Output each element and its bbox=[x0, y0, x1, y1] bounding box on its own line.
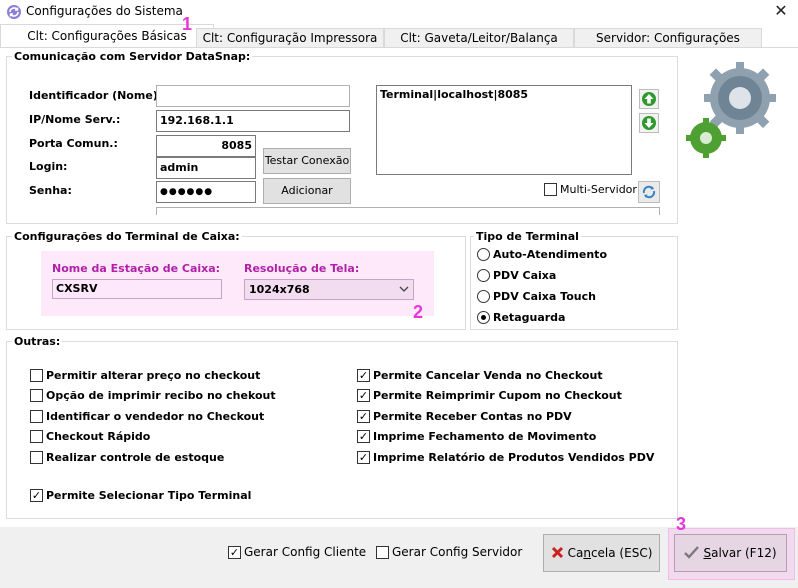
generate-client-config-label: Gerar Config Cliente bbox=[244, 545, 367, 559]
checkbox-label: Permite Cancelar Venda no Checkout bbox=[373, 369, 603, 382]
title-bar: Configurações do Sistema ✕ bbox=[0, 0, 798, 24]
terminal-type-title: Tipo de Terminal bbox=[474, 230, 581, 243]
login-input[interactable]: admin bbox=[156, 157, 256, 179]
settings-window: Configurações do Sistema ✕ Clt: Configur… bbox=[0, 0, 798, 588]
login-label: Login: bbox=[29, 160, 68, 173]
test-connection-button[interactable]: Testar Conexão bbox=[263, 148, 351, 174]
sync-icon[interactable] bbox=[638, 181, 660, 203]
checkbox-label: Checkout Rápido bbox=[46, 430, 151, 443]
port-input[interactable]: 8085 bbox=[156, 135, 256, 157]
generate-server-config-checkbox[interactable] bbox=[376, 546, 389, 559]
checkbox-print-closing[interactable]: ✓ bbox=[357, 430, 370, 443]
radio-retaguarda[interactable] bbox=[477, 311, 490, 324]
checkbox-cancel-sale[interactable]: ✓ bbox=[357, 369, 370, 382]
radio-pdv-caixa-touch[interactable] bbox=[477, 290, 490, 303]
move-up-icon[interactable] bbox=[639, 89, 659, 109]
checkbox-label: Imprime Fechamento de Movimento bbox=[373, 430, 597, 443]
cancel-x-icon bbox=[551, 546, 563, 559]
checkbox-stock-control[interactable] bbox=[30, 451, 43, 464]
cancel-label-pre: Ca bbox=[567, 546, 584, 560]
checkbox-label: Identificar o vendedor no Checkout bbox=[46, 410, 265, 423]
tab-server-settings[interactable]: Servidor: Configurações bbox=[574, 28, 762, 48]
tab-label: Clt: Gaveta/Leitor/Balança bbox=[400, 31, 558, 45]
save-label-accel: S bbox=[703, 546, 712, 560]
add-button[interactable]: Adicionar bbox=[263, 178, 351, 204]
terminal-config-title: Configurações do Terminal de Caixa: bbox=[12, 230, 242, 243]
cancel-label-post: cela (ESC) bbox=[590, 546, 653, 560]
station-name-input[interactable]: CXSRV bbox=[52, 279, 222, 299]
checkbox-label: Opção de imprimir recibo no chekout bbox=[46, 389, 276, 402]
checkbox-label: Realizar controle de estoque bbox=[46, 451, 225, 464]
radio-label: Auto-Atendimento bbox=[493, 248, 608, 261]
checkmark-icon bbox=[684, 546, 700, 559]
generate-server-config-label: Gerar Config Servidor bbox=[392, 545, 523, 559]
save-label-post: alvar (F12) bbox=[711, 546, 777, 560]
annotation-number-3: 3 bbox=[676, 514, 687, 534]
radio-label: PDV Caixa Touch bbox=[493, 290, 596, 303]
server-ip-label: IP/Nome Serv.: bbox=[29, 113, 121, 126]
annotation-number-1: 1 bbox=[182, 14, 193, 34]
close-button[interactable]: ✕ bbox=[770, 0, 792, 22]
annotation-number-2: 2 bbox=[413, 302, 424, 322]
password-label: Senha: bbox=[29, 184, 72, 197]
checkbox-print-sold-products[interactable]: ✓ bbox=[357, 451, 370, 464]
server-list-item[interactable]: Terminal|localhost|8085 bbox=[380, 88, 628, 101]
password-input[interactable]: ●●●●●● bbox=[156, 181, 256, 203]
server-strip bbox=[156, 207, 660, 215]
checkbox-receive-accounts[interactable]: ✓ bbox=[357, 410, 370, 423]
multi-server-checkbox[interactable] bbox=[544, 183, 557, 196]
screen-resolution-select[interactable]: 1024x768 bbox=[244, 279, 414, 300]
screen-resolution-label: Resolução de Tela: bbox=[244, 262, 360, 275]
checkbox-label: Permitir alterar preço no checkout bbox=[46, 369, 261, 382]
window-title: Configurações do Sistema bbox=[26, 4, 183, 18]
checkbox-label: Imprime Relatório de Produtos Vendidos P… bbox=[373, 451, 655, 464]
radio-label: PDV Caixa bbox=[493, 269, 557, 282]
save-button[interactable]: Salvar (F12) bbox=[674, 534, 787, 572]
station-name-label: Nome da Estação de Caixa: bbox=[52, 262, 221, 275]
generate-client-config-checkbox[interactable]: ✓ bbox=[228, 546, 241, 559]
chevron-down-icon bbox=[399, 286, 409, 292]
checkbox-reprint-coupon[interactable]: ✓ bbox=[357, 389, 370, 402]
multi-server-label: Multi-Servidor bbox=[560, 183, 637, 196]
checkbox-quick-checkout[interactable] bbox=[30, 430, 43, 443]
cancel-button[interactable]: Cancela (ESC) bbox=[543, 534, 660, 572]
port-label: Porta Comun.: bbox=[29, 137, 118, 150]
server-list[interactable]: Terminal|localhost|8085 bbox=[376, 85, 632, 175]
outras-title: Outras: bbox=[12, 335, 63, 348]
checkbox-label: Permite Receber Contas no PDV bbox=[373, 410, 572, 423]
tab-label: Clt: Configuração Impressora bbox=[202, 31, 378, 45]
identifier-label: Identificador (Nome): bbox=[29, 89, 163, 102]
server-ip-input[interactable]: 192.168.1.1 bbox=[156, 110, 350, 132]
checkbox-identify-seller[interactable] bbox=[30, 410, 43, 423]
checkbox-allow-price-change[interactable] bbox=[30, 369, 43, 382]
gears-icon bbox=[686, 62, 776, 158]
checkbox-print-receipt[interactable] bbox=[30, 389, 43, 402]
radio-label: Retaguarda bbox=[493, 311, 566, 324]
tab-label: Servidor: Configurações bbox=[596, 31, 740, 45]
radio-auto-atendimento[interactable] bbox=[477, 248, 490, 261]
datasnap-group-title: Comunicação com Servidor DataSnap: bbox=[12, 50, 253, 63]
identifier-input[interactable] bbox=[156, 85, 350, 107]
tab-label: Clt: Configurações Básicas bbox=[27, 29, 187, 43]
cancel-label-accel: n bbox=[583, 546, 591, 560]
tab-drawer-scanner-scale[interactable]: Clt: Gaveta/Leitor/Balança bbox=[384, 28, 574, 48]
refresh-app-icon bbox=[7, 5, 21, 19]
radio-pdv-caixa[interactable] bbox=[477, 269, 490, 282]
screen-resolution-value: 1024x768 bbox=[249, 283, 310, 296]
checkbox-select-terminal-type[interactable]: ✓ bbox=[30, 489, 43, 502]
checkbox-label: Permite Reimprimir Cupom no Checkout bbox=[373, 389, 622, 402]
move-down-icon[interactable] bbox=[639, 113, 659, 133]
checkbox-label: Permite Selecionar Tipo Terminal bbox=[46, 489, 252, 502]
tab-printer-settings[interactable]: Clt: Configuração Impressora bbox=[196, 28, 384, 48]
